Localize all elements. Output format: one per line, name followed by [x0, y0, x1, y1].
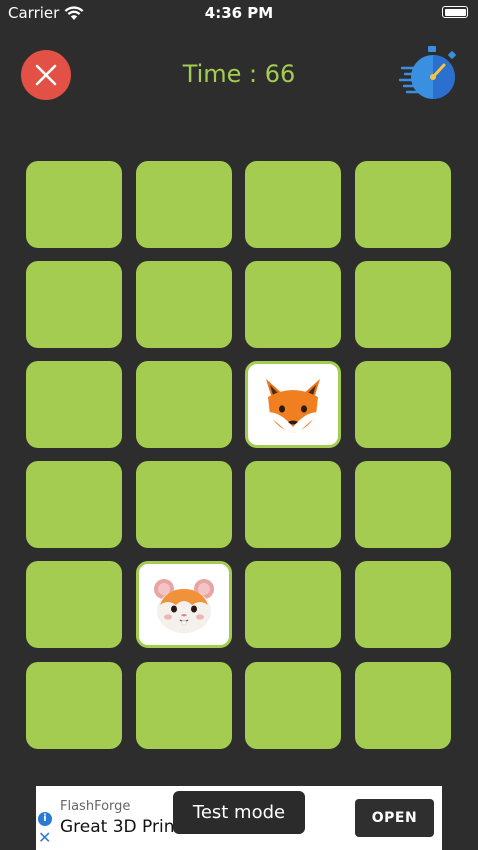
- card-tile[interactable]: [355, 561, 451, 648]
- card-tile[interactable]: [26, 662, 122, 749]
- card-tile[interactable]: [136, 161, 232, 248]
- card-tile[interactable]: [26, 361, 122, 448]
- card-tile[interactable]: [136, 662, 232, 749]
- card-tile[interactable]: [26, 461, 122, 548]
- card-tile[interactable]: [245, 161, 341, 248]
- card-tile[interactable]: [355, 361, 451, 448]
- card-tile[interactable]: [355, 161, 451, 248]
- card-tile-revealed[interactable]: [136, 561, 232, 648]
- card-tile[interactable]: [245, 461, 341, 548]
- card-tile[interactable]: [245, 261, 341, 348]
- card-tile[interactable]: [245, 662, 341, 749]
- ad-title: Great 3D Prin: [60, 817, 175, 837]
- card-tile[interactable]: [245, 561, 341, 648]
- card-tile-revealed[interactable]: [245, 361, 341, 448]
- fox-face-icon: [264, 378, 322, 433]
- card-tile[interactable]: [26, 161, 122, 248]
- card-tile[interactable]: [26, 261, 122, 348]
- ad-close-icon[interactable]: ✕: [38, 830, 51, 846]
- card-tile[interactable]: [136, 461, 232, 548]
- hamster-face-icon: [154, 578, 214, 633]
- card-tile[interactable]: [355, 461, 451, 548]
- card-tile[interactable]: [355, 261, 451, 348]
- card-tile[interactable]: [136, 261, 232, 348]
- test-mode-badge: Test mode: [173, 791, 305, 834]
- card-tile[interactable]: [26, 561, 122, 648]
- card-tile[interactable]: [355, 662, 451, 749]
- status-time: 4:36 PM: [204, 4, 274, 22]
- battery-icon: [442, 6, 468, 18]
- card-tile[interactable]: [136, 361, 232, 448]
- ad-brand: FlashForge: [60, 799, 131, 814]
- ad-info-icon[interactable]: i: [38, 812, 52, 826]
- ad-open-button[interactable]: OPEN: [355, 799, 434, 837]
- status-bar: Carrier 4:36 PM: [0, 0, 478, 28]
- stopwatch-icon: [398, 46, 456, 99]
